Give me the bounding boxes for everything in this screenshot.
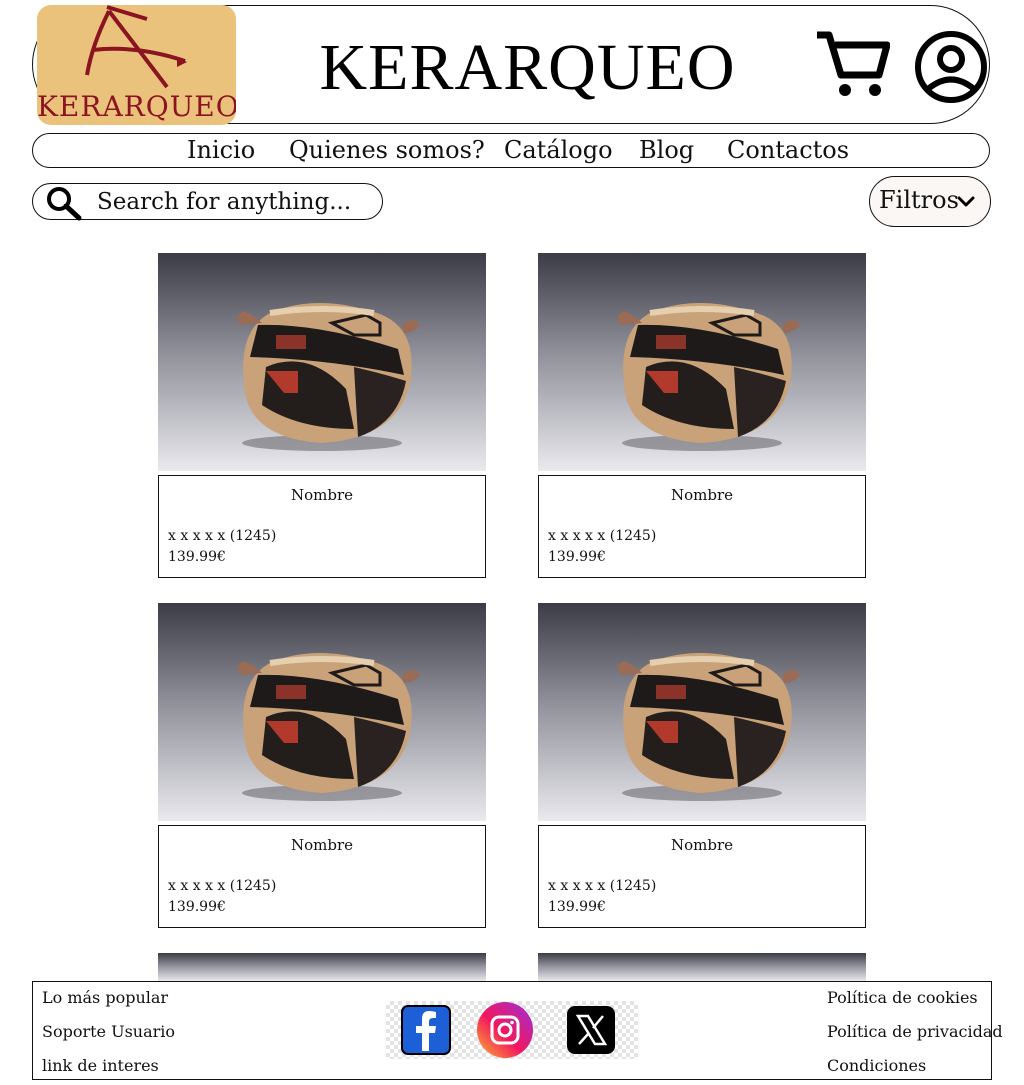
product-card-info[interactable]: Nombre x x x x x (1245) 139.99€: [538, 825, 866, 928]
product-card-info[interactable]: Nombre x x x x x (1245) 139.99€: [158, 475, 486, 578]
footer-link-cookies[interactable]: Política de cookies: [827, 988, 978, 1007]
chevron-down-icon: [957, 196, 975, 207]
x-icon[interactable]: [566, 1005, 616, 1055]
product-name: Nombre: [670, 836, 734, 854]
product-image[interactable]: [538, 253, 866, 471]
nav-item-inicio[interactable]: Inicio: [187, 136, 255, 164]
account-icon[interactable]: [912, 28, 990, 106]
product-card-info[interactable]: Nombre x x x x x (1245) 139.99€: [538, 475, 866, 578]
footer-link-soporte[interactable]: Soporte Usuario: [42, 1022, 175, 1041]
footer-link-condiciones[interactable]: Condiciones: [827, 1056, 926, 1075]
product-image[interactable]: [158, 603, 486, 821]
product-rating: x x x x x (1245): [548, 878, 657, 894]
brand-logo[interactable]: KERARQUEO: [37, 5, 236, 125]
product-price: 139.99€: [168, 549, 226, 565]
search-bar: [32, 183, 383, 221]
product-image[interactable]: [158, 253, 486, 471]
product-rating: x x x x x (1245): [168, 528, 277, 544]
nav-item-quienes-somos[interactable]: Quienes somos?: [289, 136, 485, 164]
product-price: 139.99€: [548, 899, 606, 915]
site-title: KERARQUEO: [319, 31, 736, 104]
facebook-icon[interactable]: [401, 1005, 451, 1055]
logo-text: KERARQUEO: [37, 90, 236, 123]
nav-item-catalogo[interactable]: Catálogo: [504, 136, 613, 164]
product-image[interactable]: [158, 953, 486, 981]
social-links: [386, 1001, 638, 1059]
footer-link-interes[interactable]: link de interes: [42, 1056, 159, 1075]
pot-illustration: [617, 653, 800, 801]
filter-label: Filtros: [879, 186, 959, 214]
product-card-info[interactable]: Nombre x x x x x (1245) 139.99€: [158, 825, 486, 928]
product-name: Nombre: [670, 486, 734, 504]
search-icon[interactable]: [45, 185, 83, 221]
product-image[interactable]: [538, 953, 866, 981]
cart-icon[interactable]: [815, 30, 891, 100]
product-name: Nombre: [290, 836, 354, 854]
product-rating: x x x x x (1245): [168, 878, 277, 894]
instagram-icon[interactable]: [476, 1001, 534, 1059]
nav-item-contactos[interactable]: Contactos: [727, 136, 849, 164]
filter-dropdown[interactable]: Filtros: [869, 176, 991, 227]
pot-illustration: [237, 303, 420, 451]
nav-item-blog[interactable]: Blog: [639, 136, 694, 164]
product-image[interactable]: [538, 603, 866, 821]
search-input[interactable]: [95, 186, 379, 218]
pot-illustration: [617, 303, 800, 451]
product-name: Nombre: [290, 486, 354, 504]
product-rating: x x x x x (1245): [548, 528, 657, 544]
footer-link-privacidad[interactable]: Política de privacidad: [827, 1022, 1003, 1041]
site-footer: Lo más popular Soporte Usuario link de i…: [32, 981, 1003, 1080]
product-price: 139.99€: [168, 899, 226, 915]
footer-link-popular[interactable]: Lo más popular: [42, 988, 168, 1007]
pot-illustration: [237, 653, 420, 801]
product-price: 139.99€: [548, 549, 606, 565]
